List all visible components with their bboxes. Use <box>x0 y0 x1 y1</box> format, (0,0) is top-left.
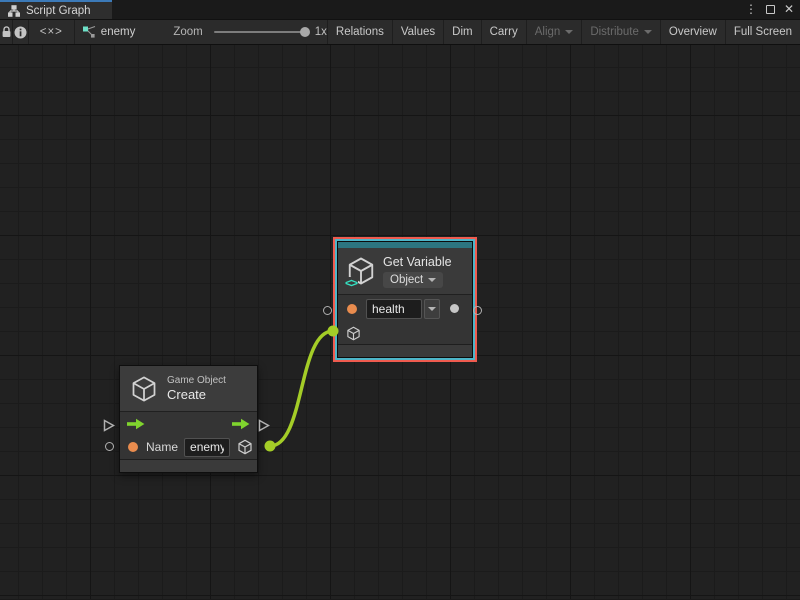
graph-node-icon <box>82 25 96 39</box>
graph-toolbar: <×> enemy Zoom 1x Relations Values Dim C… <box>0 19 800 45</box>
exec-input-arrow-icon[interactable] <box>127 418 145 430</box>
value-port-orange-dot[interactable] <box>347 304 357 314</box>
script-graph-window: Script Graph ⋮ ✕ <×> <box>0 0 800 600</box>
get-variable-output-port[interactable] <box>473 306 482 315</box>
name-input-row: Name <box>120 435 257 459</box>
inspect-code-button[interactable]: <×> <box>29 20 75 44</box>
value-output-port-dot[interactable] <box>450 304 459 313</box>
name-value-input[interactable] <box>184 438 230 457</box>
lock-button[interactable] <box>0 20 13 44</box>
variable-name-row <box>338 295 472 322</box>
zoom-label: Zoom <box>173 26 202 38</box>
window-menu-icon[interactable]: ⋮ <box>745 0 757 19</box>
node-header[interactable]: Game Object Create <box>120 366 257 411</box>
node-title: Create <box>167 387 226 402</box>
maximize-icon[interactable] <box>766 5 775 14</box>
exec-flow-row <box>120 412 257 435</box>
graph-hierarchy-icon <box>8 5 20 17</box>
node-footer <box>120 460 257 472</box>
variable-scope-dropdown[interactable]: Object <box>383 272 443 288</box>
zoom-control: Zoom 1x <box>173 20 327 44</box>
node-title: Get Variable <box>383 255 452 269</box>
cube-icon <box>130 375 158 403</box>
name-port-label: Name <box>146 440 178 454</box>
lock-icon <box>1 26 12 38</box>
get-variable-node-selection-outline: <> Get Variable Object <box>333 237 477 362</box>
window-controls: ⋮ ✕ <box>745 0 794 19</box>
fullscreen-button[interactable]: Full Screen <box>725 20 800 44</box>
create-node-exec-input-port[interactable] <box>103 419 115 432</box>
get-variable-node[interactable]: <> Get Variable Object <box>337 241 473 358</box>
zoom-slider-handle[interactable] <box>300 27 310 37</box>
toolbar-buttons: Relations Values Dim Carry Align Distrib… <box>327 20 800 44</box>
variable-code-icon: <> <box>344 277 358 289</box>
close-icon[interactable]: ✕ <box>784 0 794 19</box>
object-input-row <box>338 322 472 344</box>
create-node-exec-output-port[interactable] <box>258 419 270 432</box>
align-dropdown-button[interactable]: Align <box>526 20 582 44</box>
graph-canvas[interactable]: Game Object Create Name <box>0 45 800 599</box>
distribute-dropdown-button[interactable]: Distribute <box>581 20 660 44</box>
game-object-input-cube-icon[interactable] <box>346 326 361 341</box>
info-button[interactable] <box>13 20 29 44</box>
get-variable-input-port[interactable] <box>323 306 332 315</box>
zoom-slider[interactable] <box>214 31 305 33</box>
tab-script-graph[interactable]: Script Graph <box>0 0 112 19</box>
variable-name-input[interactable] <box>366 299 422 319</box>
info-icon <box>14 26 27 39</box>
chevron-down-icon <box>565 30 573 34</box>
wire-start-dot[interactable] <box>265 441 276 452</box>
node-header[interactable]: <> Get Variable Object <box>338 248 472 294</box>
game-object-output-cube-icon[interactable] <box>237 439 253 455</box>
relations-button[interactable]: Relations <box>327 20 392 44</box>
values-button[interactable]: Values <box>392 20 443 44</box>
zoom-value: 1x <box>315 26 327 38</box>
dim-button[interactable]: Dim <box>443 20 480 44</box>
graph-breadcrumb[interactable]: enemy <box>75 20 136 44</box>
variable-picker-dropdown[interactable] <box>424 299 440 319</box>
chevron-down-icon <box>644 30 652 34</box>
node-category-label: Game Object <box>167 375 226 386</box>
graph-name-label: enemy <box>101 26 136 38</box>
value-port-orange-dot[interactable] <box>128 442 138 452</box>
connection-wire[interactable] <box>270 331 333 446</box>
exec-output-arrow-icon[interactable] <box>232 418 250 430</box>
tab-strip: Script Graph ⋮ ✕ <box>0 0 800 19</box>
chevron-down-icon <box>428 307 436 311</box>
node-footer <box>338 345 472 357</box>
carry-button[interactable]: Carry <box>481 20 526 44</box>
create-game-object-node[interactable]: Game Object Create Name <box>119 365 258 473</box>
tab-title: Script Graph <box>26 5 91 17</box>
create-node-name-input-port[interactable] <box>105 442 114 451</box>
chevron-down-icon <box>428 278 436 282</box>
overview-button[interactable]: Overview <box>660 20 725 44</box>
code-icon: <×> <box>40 26 63 38</box>
